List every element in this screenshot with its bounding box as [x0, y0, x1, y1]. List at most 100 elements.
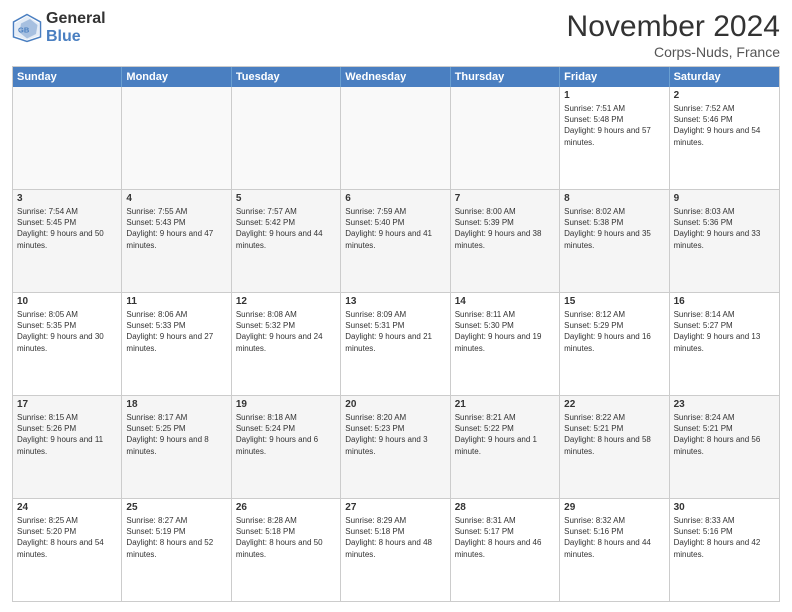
day-number: 30 [674, 502, 775, 513]
header-day-sunday: Sunday [13, 67, 122, 87]
day-content: Sunrise: 8:08 AM Sunset: 5:32 PM Dayligh… [236, 309, 336, 354]
day-content: Sunrise: 8:20 AM Sunset: 5:23 PM Dayligh… [345, 412, 445, 457]
day-number: 27 [345, 502, 445, 513]
calendar-empty-cell [451, 87, 560, 189]
calendar-day-4: 4 Sunrise: 7:55 AM Sunset: 5:43 PM Daylig… [122, 190, 231, 292]
location: Corps-Nuds, France [567, 44, 780, 60]
calendar-day-21: 21Sunrise: 8:21 AM Sunset: 5:22 PM Dayli… [451, 396, 560, 498]
calendar-day-25: 25 Sunrise: 8:27 AM Sunset: 5:19 PM Dayli… [122, 499, 231, 601]
day-content: Sunrise: 8:05 AM Sunset: 5:35 PM Dayligh… [17, 309, 117, 354]
day-number: 29 [564, 502, 664, 513]
day-number: 19 [236, 399, 336, 410]
calendar-header-row: SundayMondayTuesdayWednesdayThursdayFrid… [13, 67, 779, 87]
day-content: Sunrise: 8:32 AM Sunset: 5:16 PM Dayligh… [564, 515, 664, 560]
day-number: 1 [564, 90, 664, 101]
logo-general-text: General [46, 10, 106, 28]
day-content: Sunrise: 8:18 AM Sunset: 5:24 PM Dayligh… [236, 412, 336, 457]
calendar-day-29: 29 Sunrise: 8:32 AM Sunset: 5:16 PM Dayli… [560, 499, 669, 601]
calendar-week-5: 24Sunrise: 8:25 AM Sunset: 5:20 PM Dayli… [13, 499, 779, 601]
day-number: 5 [236, 193, 336, 204]
calendar-day-11: 11 Sunrise: 8:06 AM Sunset: 5:33 PM Dayli… [122, 293, 231, 395]
day-number: 10 [17, 296, 117, 307]
calendar-day-8: 8 Sunrise: 8:02 AM Sunset: 5:38 PM Daylig… [560, 190, 669, 292]
day-content: Sunrise: 8:29 AM Sunset: 5:18 PM Dayligh… [345, 515, 445, 560]
header-day-saturday: Saturday [670, 67, 779, 87]
day-content: Sunrise: 7:52 AM Sunset: 5:46 PM Dayligh… [674, 103, 775, 148]
day-content: Sunrise: 8:33 AM Sunset: 5:16 PM Dayligh… [674, 515, 775, 560]
calendar-day-19: 19 Sunrise: 8:18 AM Sunset: 5:24 PM Dayli… [232, 396, 341, 498]
day-number: 16 [674, 296, 775, 307]
day-content: Sunrise: 8:31 AM Sunset: 5:17 PM Dayligh… [455, 515, 555, 560]
calendar-day-27: 27 Sunrise: 8:29 AM Sunset: 5:18 PM Dayli… [341, 499, 450, 601]
calendar-day-5: 5 Sunrise: 7:57 AM Sunset: 5:42 PM Daylig… [232, 190, 341, 292]
calendar: SundayMondayTuesdayWednesdayThursdayFrid… [12, 66, 780, 602]
calendar-day-10: 10 Sunrise: 8:05 AM Sunset: 5:35 PM Dayli… [13, 293, 122, 395]
calendar-day-17: 17Sunrise: 8:15 AM Sunset: 5:26 PM Dayli… [13, 396, 122, 498]
day-content: Sunrise: 8:00 AM Sunset: 5:39 PM Dayligh… [455, 206, 555, 251]
header-day-thursday: Thursday [451, 67, 560, 87]
day-number: 22 [564, 399, 664, 410]
day-content: Sunrise: 7:55 AM Sunset: 5:43 PM Dayligh… [126, 206, 226, 251]
calendar-week-3: 10 Sunrise: 8:05 AM Sunset: 5:35 PM Dayli… [13, 293, 779, 396]
day-number: 2 [674, 90, 775, 101]
day-content: Sunrise: 8:17 AM Sunset: 5:25 PM Dayligh… [126, 412, 226, 457]
calendar-day-1: 1 Sunrise: 7:51 AM Sunset: 5:48 PM Daylig… [560, 87, 669, 189]
day-content: Sunrise: 8:02 AM Sunset: 5:38 PM Dayligh… [564, 206, 664, 251]
day-number: 21 [455, 399, 555, 410]
calendar-empty-cell [341, 87, 450, 189]
header-day-friday: Friday [560, 67, 669, 87]
day-number: 17 [17, 399, 117, 410]
day-number: 23 [674, 399, 775, 410]
logo: GB General Blue [12, 10, 106, 45]
day-content: Sunrise: 8:27 AM Sunset: 5:19 PM Dayligh… [126, 515, 226, 560]
day-number: 4 [126, 193, 226, 204]
day-content: Sunrise: 8:25 AM Sunset: 5:20 PM Dayligh… [17, 515, 117, 560]
calendar-day-7: 7 Sunrise: 8:00 AM Sunset: 5:39 PM Daylig… [451, 190, 560, 292]
calendar-day-20: 20 Sunrise: 8:20 AM Sunset: 5:23 PM Dayli… [341, 396, 450, 498]
day-number: 9 [674, 193, 775, 204]
header-day-wednesday: Wednesday [341, 67, 450, 87]
calendar-day-2: 2 Sunrise: 7:52 AM Sunset: 5:46 PM Daylig… [670, 87, 779, 189]
calendar-day-30: 30 Sunrise: 8:33 AM Sunset: 5:16 PM Dayli… [670, 499, 779, 601]
calendar-day-18: 18 Sunrise: 8:17 AM Sunset: 5:25 PM Dayli… [122, 396, 231, 498]
day-content: Sunrise: 8:24 AM Sunset: 5:21 PM Dayligh… [674, 412, 775, 457]
calendar-day-23: 23 Sunrise: 8:24 AM Sunset: 5:21 PM Dayli… [670, 396, 779, 498]
calendar-week-4: 17Sunrise: 8:15 AM Sunset: 5:26 PM Dayli… [13, 396, 779, 499]
calendar-day-13: 13Sunrise: 8:09 AM Sunset: 5:31 PM Dayli… [341, 293, 450, 395]
day-number: 18 [126, 399, 226, 410]
day-content: Sunrise: 7:59 AM Sunset: 5:40 PM Dayligh… [345, 206, 445, 251]
day-number: 20 [345, 399, 445, 410]
calendar-empty-cell [13, 87, 122, 189]
day-number: 26 [236, 502, 336, 513]
day-content: Sunrise: 8:11 AM Sunset: 5:30 PM Dayligh… [455, 309, 555, 354]
calendar-day-14: 14 Sunrise: 8:11 AM Sunset: 5:30 PM Dayli… [451, 293, 560, 395]
day-content: Sunrise: 8:14 AM Sunset: 5:27 PM Dayligh… [674, 309, 775, 354]
day-content: Sunrise: 8:28 AM Sunset: 5:18 PM Dayligh… [236, 515, 336, 560]
day-number: 14 [455, 296, 555, 307]
day-content: Sunrise: 8:03 AM Sunset: 5:36 PM Dayligh… [674, 206, 775, 251]
svg-text:GB: GB [18, 25, 30, 34]
day-number: 7 [455, 193, 555, 204]
calendar-day-3: 3Sunrise: 7:54 AM Sunset: 5:45 PM Daylig… [13, 190, 122, 292]
day-number: 11 [126, 296, 226, 307]
day-number: 12 [236, 296, 336, 307]
day-content: Sunrise: 8:09 AM Sunset: 5:31 PM Dayligh… [345, 309, 445, 354]
header: GB General Blue November 2024 Corps-Nuds… [12, 10, 780, 60]
day-number: 8 [564, 193, 664, 204]
logo-icon: GB [12, 13, 42, 43]
day-content: Sunrise: 7:51 AM Sunset: 5:48 PM Dayligh… [564, 103, 664, 148]
day-number: 25 [126, 502, 226, 513]
calendar-day-26: 26 Sunrise: 8:28 AM Sunset: 5:18 PM Dayli… [232, 499, 341, 601]
page: GB General Blue November 2024 Corps-Nuds… [0, 0, 792, 612]
calendar-week-2: 3Sunrise: 7:54 AM Sunset: 5:45 PM Daylig… [13, 190, 779, 293]
calendar-day-9: 9 Sunrise: 8:03 AM Sunset: 5:36 PM Daylig… [670, 190, 779, 292]
logo-text: General Blue [46, 10, 106, 45]
calendar-empty-cell [232, 87, 341, 189]
day-content: Sunrise: 7:57 AM Sunset: 5:42 PM Dayligh… [236, 206, 336, 251]
month-title: November 2024 [567, 10, 780, 44]
day-number: 3 [17, 193, 117, 204]
day-content: Sunrise: 8:06 AM Sunset: 5:33 PM Dayligh… [126, 309, 226, 354]
logo-blue-text: Blue [46, 28, 106, 46]
calendar-day-22: 22Sunrise: 8:22 AM Sunset: 5:21 PM Dayli… [560, 396, 669, 498]
day-number: 15 [564, 296, 664, 307]
